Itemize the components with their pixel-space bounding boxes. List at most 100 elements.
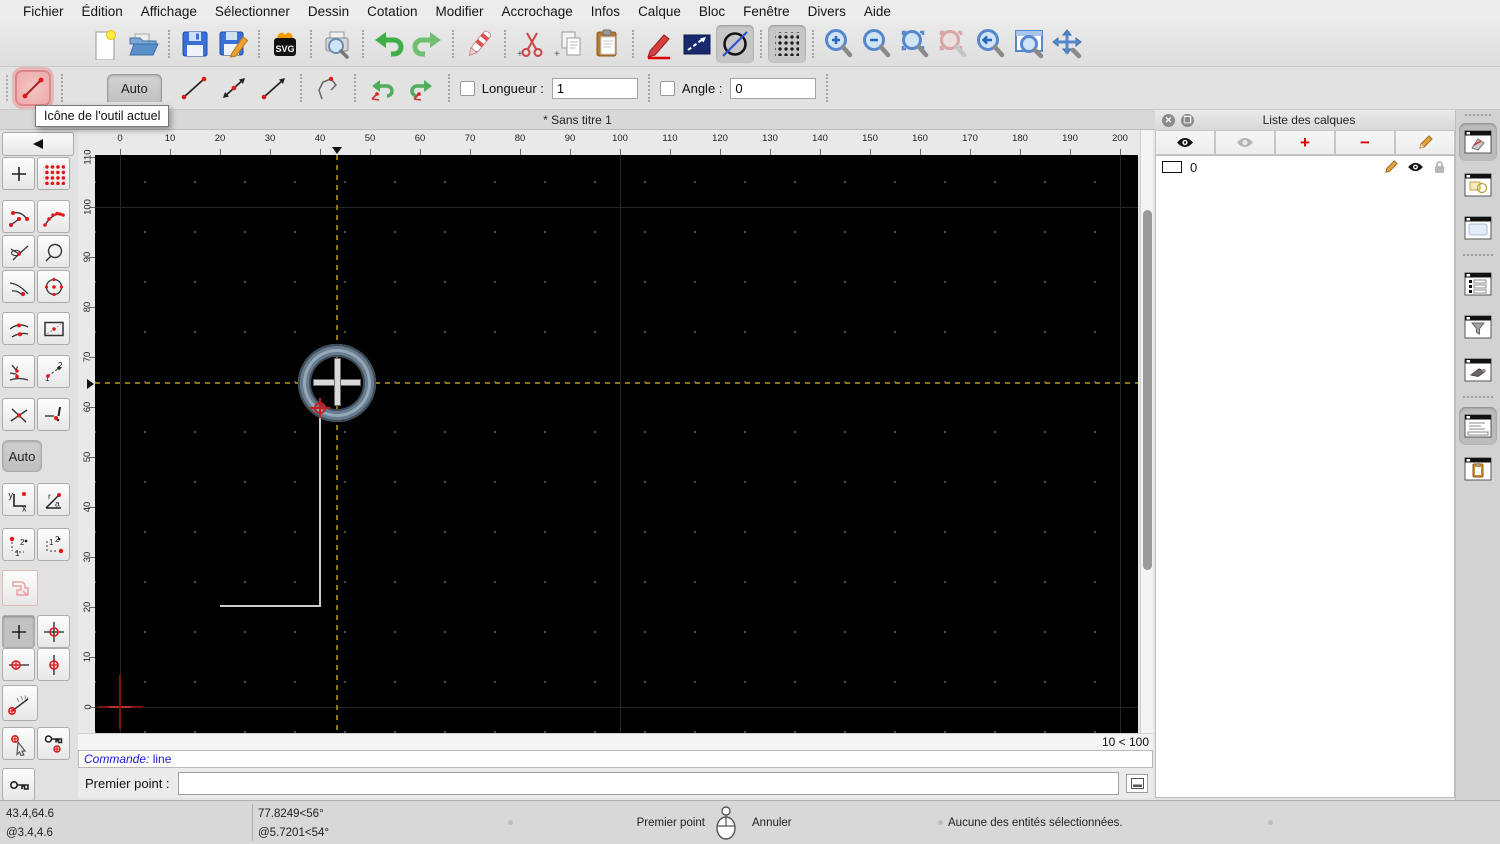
command-options-button[interactable] (1126, 773, 1148, 793)
snap-circle-icon[interactable] (37, 235, 70, 268)
document-tab[interactable]: * Sans titre 1 (0, 110, 1155, 130)
save-as-icon[interactable] (214, 25, 252, 63)
dock-drag-handle[interactable] (1465, 114, 1491, 118)
undo-icon[interactable] (370, 25, 408, 63)
clipboard-window-icon[interactable] (1459, 450, 1497, 488)
snap-free-icon[interactable] (2, 157, 35, 190)
menu-item[interactable]: Dessin (299, 4, 358, 19)
menu-item[interactable]: Calque (629, 4, 690, 19)
snap-center-point-icon[interactable] (37, 270, 70, 303)
layer-visibility-icon[interactable] (1407, 161, 1424, 173)
length-checkbox[interactable] (459, 80, 475, 96)
angle-gauge-icon[interactable] (2, 685, 38, 721)
polyline-redo-icon[interactable] (402, 71, 442, 105)
pen-attributes-icon[interactable] (640, 25, 678, 63)
palette-back-button[interactable] (2, 132, 74, 156)
menu-item[interactable]: Aide (855, 4, 900, 19)
line-angle-icon[interactable] (214, 71, 254, 105)
lock-relative-zero-icon[interactable] (37, 727, 70, 760)
zoom-auto-icon[interactable] (896, 25, 934, 63)
snap-on-entity-icon[interactable] (37, 200, 70, 233)
block-list-window-icon[interactable] (1459, 166, 1497, 204)
restrict-nothing-icon[interactable] (2, 615, 35, 648)
menu-item[interactable]: Édition (73, 4, 132, 19)
zoom-in-icon[interactable] (820, 25, 858, 63)
cut-icon[interactable]: + (512, 25, 550, 63)
menu-item[interactable]: Fenêtre (734, 4, 799, 19)
close-icon[interactable]: ✕ (1162, 113, 1175, 127)
snap-grid-icon[interactable] (37, 157, 70, 190)
horizontal-scrollbar[interactable]: 10 < 100 (78, 733, 1153, 750)
snap-tangent-icon[interactable] (2, 270, 35, 303)
snap-rectangle-icon[interactable] (37, 312, 70, 345)
menu-item[interactable]: Infos (582, 4, 629, 19)
restrict-horizontal-icon[interactable] (2, 648, 35, 681)
snap-middle-icon[interactable] (2, 312, 35, 345)
vertical-scrollbar[interactable] (1140, 130, 1153, 733)
polyline-icon[interactable] (308, 71, 348, 105)
angle-input[interactable] (730, 77, 817, 99)
polyline-undo-icon[interactable] (362, 71, 402, 105)
redo-icon[interactable] (408, 25, 446, 63)
menu-item[interactable]: Sélectionner (206, 4, 299, 19)
pen-palette-window-icon[interactable] (1459, 351, 1497, 389)
zoom-window-icon[interactable] (1010, 25, 1048, 63)
length-input[interactable] (551, 77, 638, 99)
menu-item[interactable]: Accrochage (492, 4, 581, 19)
coordinate-polar-icon[interactable]: ra (37, 483, 70, 516)
edit-layer-icon[interactable] (1395, 130, 1455, 155)
float-panel-icon[interactable]: ❐ (1181, 113, 1194, 127)
palette-auto-button[interactable]: Auto (2, 440, 42, 472)
snap-endpoint-icon[interactable] (2, 200, 35, 233)
snap-distance-icon[interactable]: 12 (37, 355, 70, 388)
restrict-disabled-icon[interactable] (2, 570, 38, 606)
menu-item[interactable]: Bloc (690, 4, 734, 19)
toolbar-drag-handle[interactable] (6, 75, 8, 101)
snap-intersection-auto-icon[interactable] (2, 355, 35, 388)
menu-item[interactable]: Divers (799, 4, 855, 19)
print-preview-icon[interactable] (318, 25, 356, 63)
drawing-canvas[interactable] (95, 155, 1138, 733)
restrict-orthogonal-icon[interactable] (37, 615, 70, 648)
circle-attributes-icon[interactable] (716, 25, 754, 63)
save-icon[interactable] (176, 25, 214, 63)
add-layer-icon[interactable]: + (1275, 130, 1335, 155)
snap-intersection-icon[interactable] (2, 398, 35, 431)
show-all-layers-icon[interactable] (1155, 130, 1215, 155)
set-relative-zero-icon[interactable] (2, 727, 35, 760)
grid-toggle-icon[interactable] (768, 25, 806, 63)
coordinate-cartesian-icon[interactable]: yx (2, 483, 35, 516)
vertical-scrollbar-thumb[interactable] (1143, 210, 1152, 570)
open-file-icon[interactable] (124, 25, 162, 63)
line-horizontal-vertical-icon[interactable] (254, 71, 294, 105)
sequence-1-2-b-icon[interactable]: 12 (37, 528, 70, 561)
menu-item[interactable]: Affichage (132, 4, 206, 19)
zoom-back-icon[interactable] (972, 25, 1010, 63)
angle-checkbox[interactable] (659, 80, 675, 96)
new-file-icon[interactable] (86, 25, 124, 63)
remove-layer-icon[interactable]: − (1335, 130, 1395, 155)
restrict-vertical-icon[interactable] (37, 648, 70, 681)
sequence-1-2-a-icon[interactable]: 12 (2, 528, 35, 561)
command-input[interactable] (177, 771, 1119, 795)
relative-zero-key-icon[interactable] (2, 768, 35, 801)
line-two-points-icon[interactable] (174, 71, 214, 105)
line-attributes-icon[interactable] (678, 25, 716, 63)
menu-item[interactable]: Fichier (14, 4, 73, 19)
hide-all-layers-icon[interactable] (1215, 130, 1275, 155)
zoom-pan-icon[interactable] (1048, 25, 1086, 63)
paste-icon[interactable] (588, 25, 626, 63)
copy-icon[interactable]: + (550, 25, 588, 63)
zoom-out-icon[interactable] (858, 25, 896, 63)
snap-auto-button[interactable]: Auto (107, 74, 162, 102)
layer-lock-icon[interactable] (1433, 160, 1446, 174)
command-window-icon[interactable] (1459, 407, 1497, 445)
layer-list-window-icon[interactable] (1459, 123, 1497, 161)
zoom-previous-icon[interactable] (934, 25, 972, 63)
layer-edit-icon[interactable] (1384, 160, 1398, 174)
library-browser-window-icon[interactable] (1459, 209, 1497, 247)
export-svg-icon[interactable]: SVG (266, 25, 304, 63)
filter-window-icon[interactable] (1459, 308, 1497, 346)
snap-center-icon[interactable] (2, 235, 35, 268)
snap-intersection-manual-icon[interactable] (37, 398, 70, 431)
